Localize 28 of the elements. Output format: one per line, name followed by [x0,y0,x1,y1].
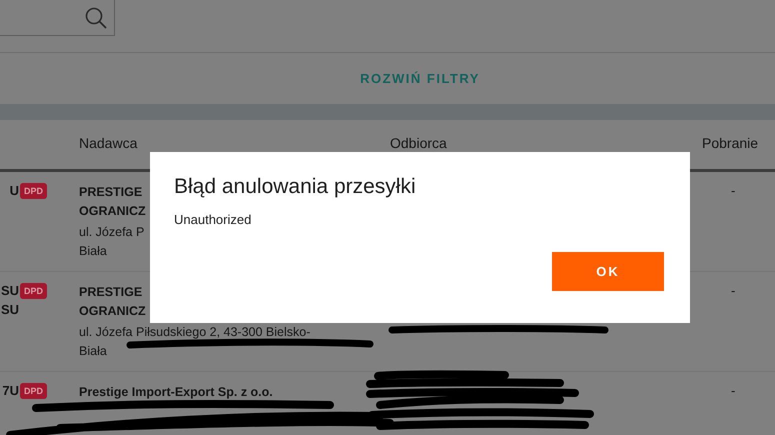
shipment-number: SU [0,282,19,300]
cod-value: - [731,283,736,300]
column-header: Pobranie [702,136,758,151]
sender-address: ul. Józefa P [79,224,144,241]
sender-name: OGRANICZ [79,203,146,220]
search-icon[interactable] [84,6,108,30]
cod-value: - [731,183,736,200]
sender-name: PRESTIGE [79,284,142,301]
column-header: Nadawca [79,136,138,151]
carrier-badge: DPD [20,383,48,399]
ok-button[interactable]: OK [552,252,664,291]
shipment-number: U [10,182,19,200]
sender-address: Biała [79,243,107,260]
sender-name: PRESTIGE [79,184,142,201]
shipment-number: 7U [2,382,19,400]
shipment-number: SU [0,301,19,319]
sender-address: ul. Józefa Piłsudskiego 2, 43-300 Bielsko- [79,324,310,341]
search-field[interactable] [0,0,115,36]
sender-name: Prestige Import-Export Sp. z o.o. [79,384,273,401]
carrier-badge: DPD [20,283,48,299]
dialog-message: Unauthorized [174,212,252,227]
expand-filters-link[interactable]: ROZWIŃ FILTRY [360,71,480,86]
sender-name: OGRANICZ [79,303,146,320]
sender-address: Biała [79,343,107,360]
carrier-badge: DPD [20,183,48,199]
dialog-title: Błąd anulowania przesyłki [174,174,417,200]
column-header: Odbiorca [390,136,447,151]
cod-value: - [731,383,736,400]
